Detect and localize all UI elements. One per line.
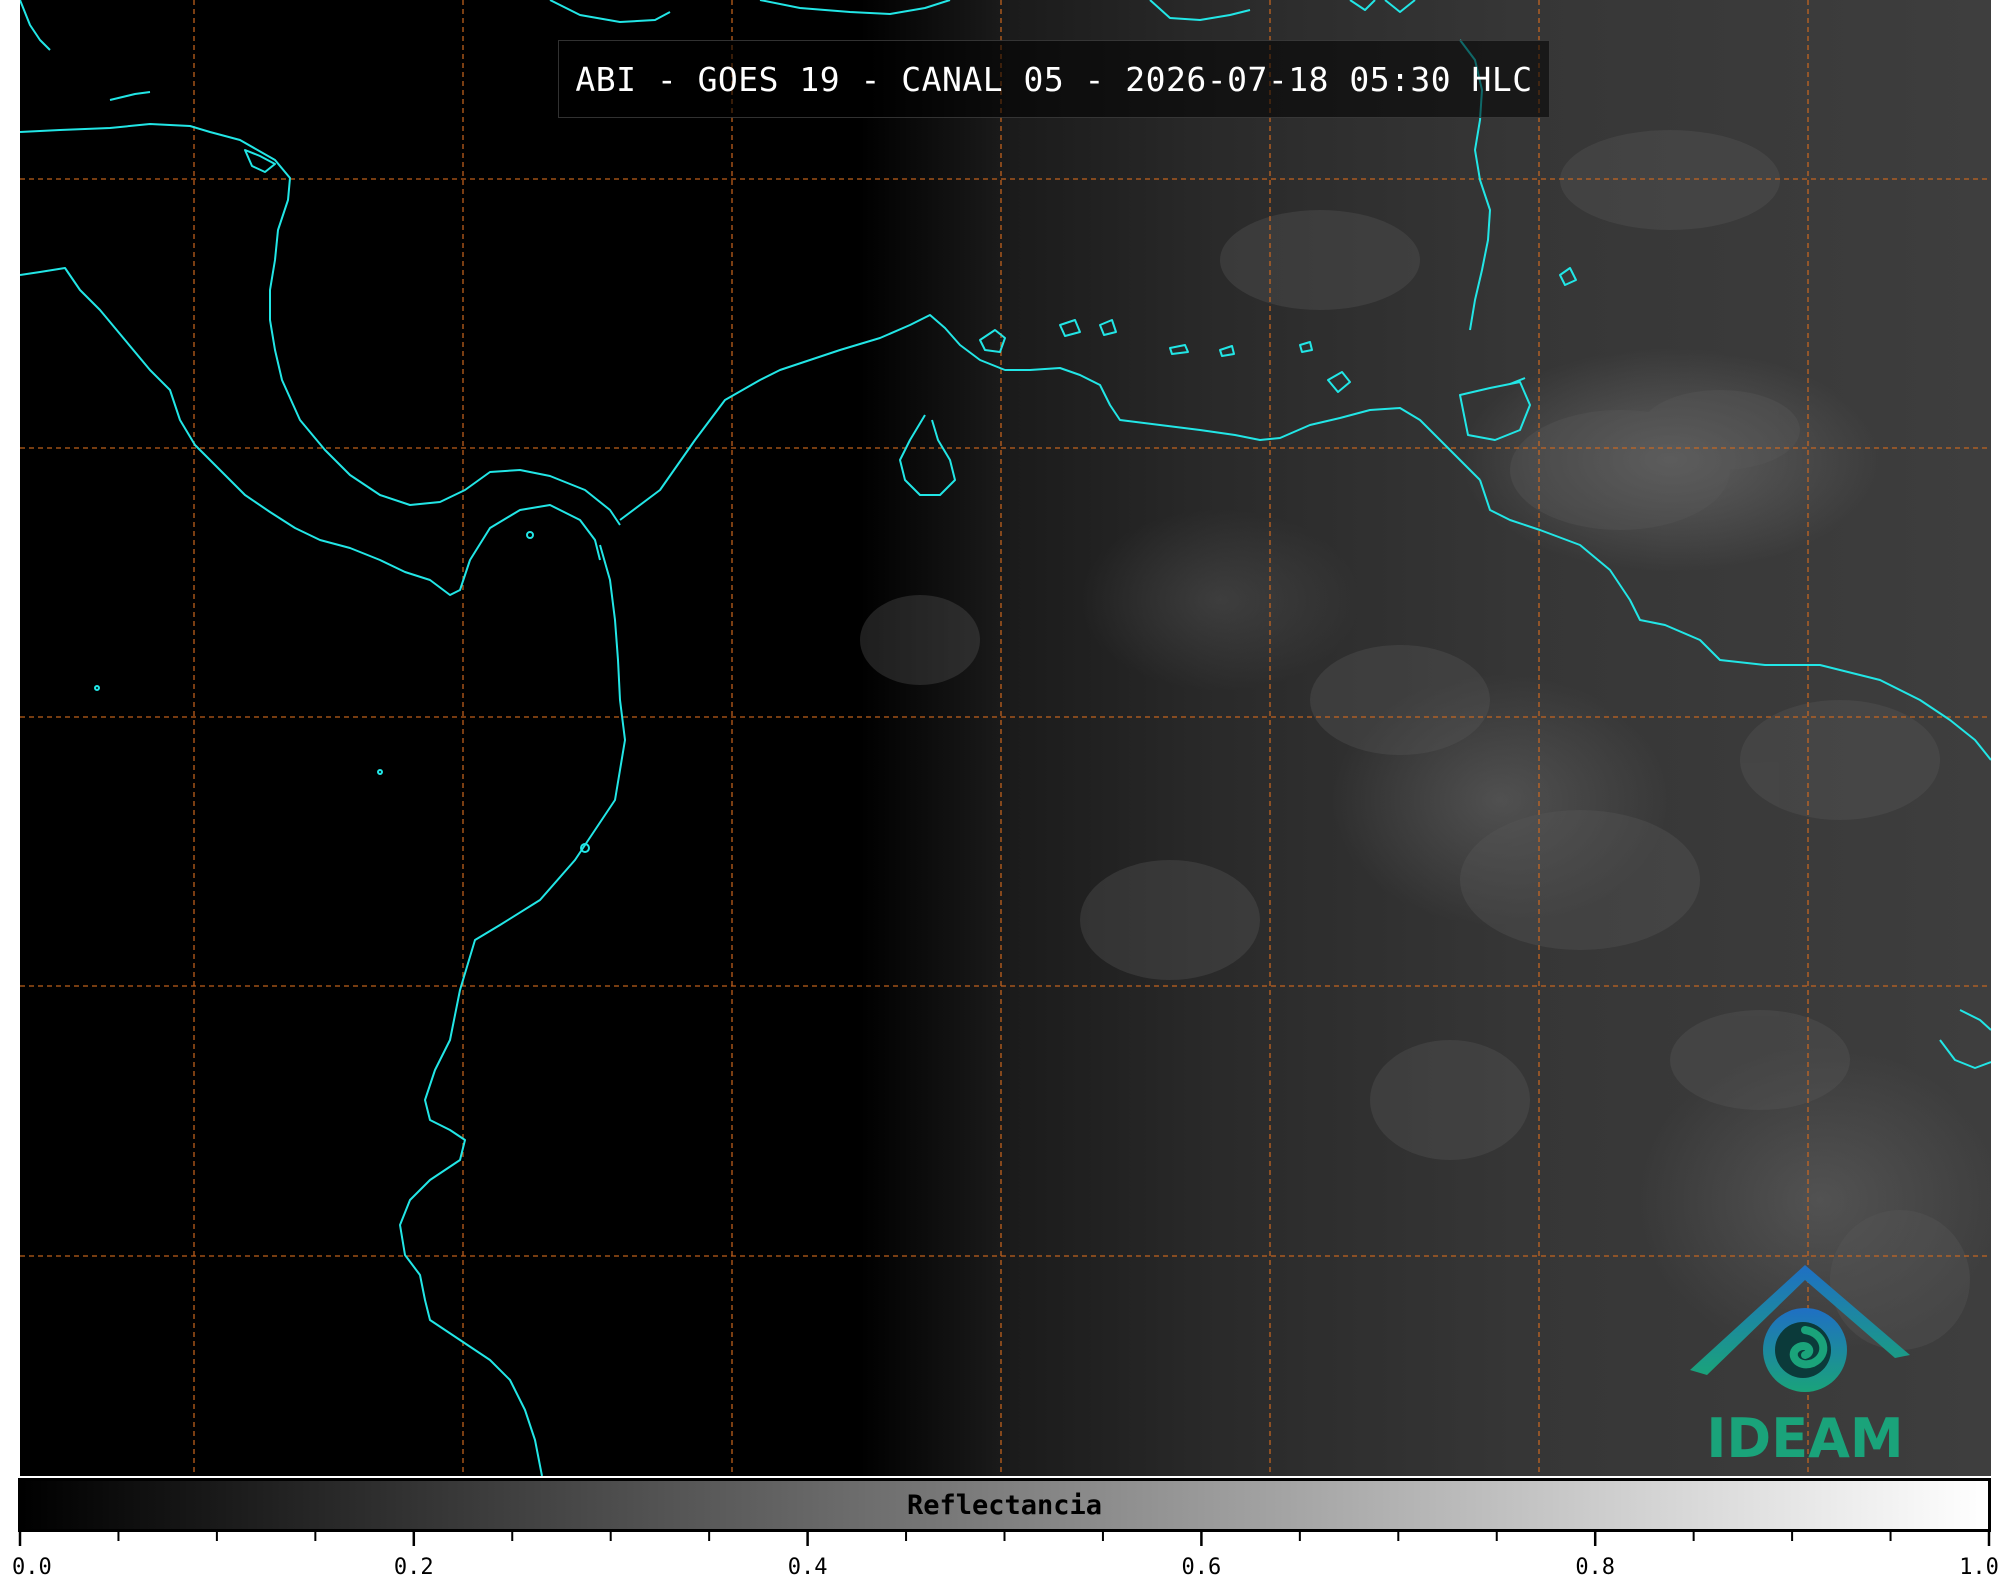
ideam-logo: IDEAM <box>1685 1255 1925 1475</box>
colorbar-label: Reflectancia <box>906 1489 1103 1521</box>
cloud-texture <box>860 130 1970 1350</box>
logo-text: IDEAM <box>1706 1407 1904 1470</box>
tick-label-0: 0.0 <box>12 1555 52 1580</box>
tick-label-3: 0.6 <box>1181 1555 1222 1580</box>
ideam-emblem-icon <box>1690 1265 1910 1392</box>
satellite-map[interactable]: ABI - GOES 19 - CANAL 05 - 2026-07-18 05… <box>20 0 1991 1476</box>
tick-label-5: 1.0 <box>1959 1555 1999 1580</box>
colorbar: Reflectancia <box>18 1478 1991 1532</box>
tick-label-2: 0.4 <box>787 1555 828 1580</box>
tick-label-4: 0.8 <box>1575 1555 1616 1580</box>
tick-label-1: 0.2 <box>393 1555 434 1580</box>
colorbar-ticks <box>18 1532 1991 1546</box>
map-title: ABI - GOES 19 - CANAL 05 - 2026-07-18 05… <box>558 40 1550 118</box>
